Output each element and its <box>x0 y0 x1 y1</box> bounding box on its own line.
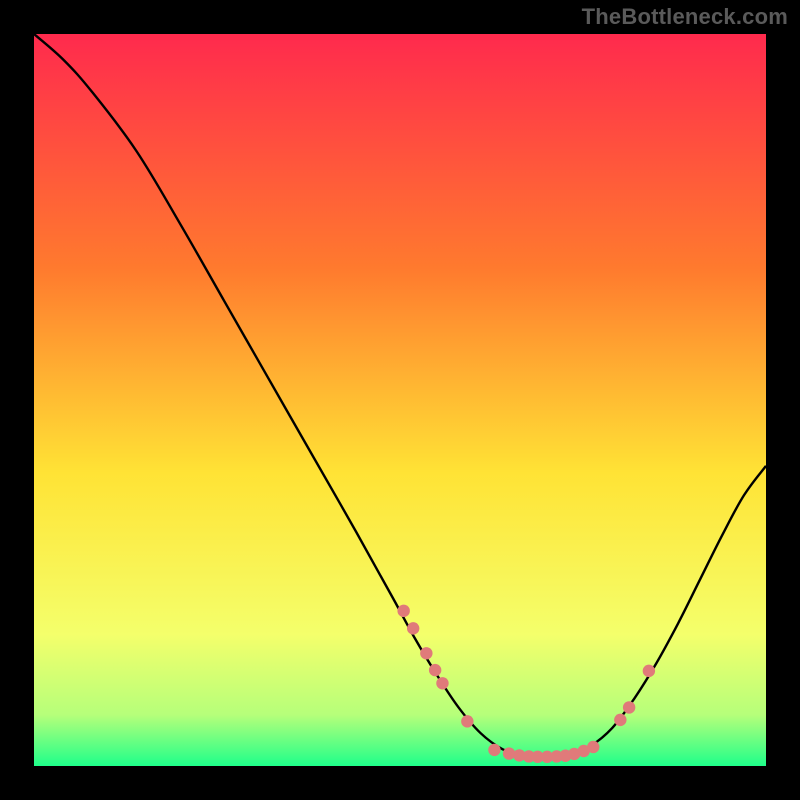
data-marker <box>436 677 448 689</box>
chart-svg <box>34 34 766 766</box>
data-marker <box>420 647 432 659</box>
gradient-background <box>34 34 766 766</box>
data-marker <box>614 714 626 726</box>
data-marker <box>643 665 655 677</box>
data-marker <box>407 622 419 634</box>
chart-stage: TheBottleneck.com <box>0 0 800 800</box>
data-marker <box>623 701 635 713</box>
data-marker <box>429 664 441 676</box>
plot-area <box>34 34 766 766</box>
watermark-text: TheBottleneck.com <box>582 4 788 30</box>
data-marker <box>587 741 599 753</box>
data-marker <box>488 744 500 756</box>
data-marker <box>461 715 473 727</box>
data-marker <box>397 605 409 617</box>
